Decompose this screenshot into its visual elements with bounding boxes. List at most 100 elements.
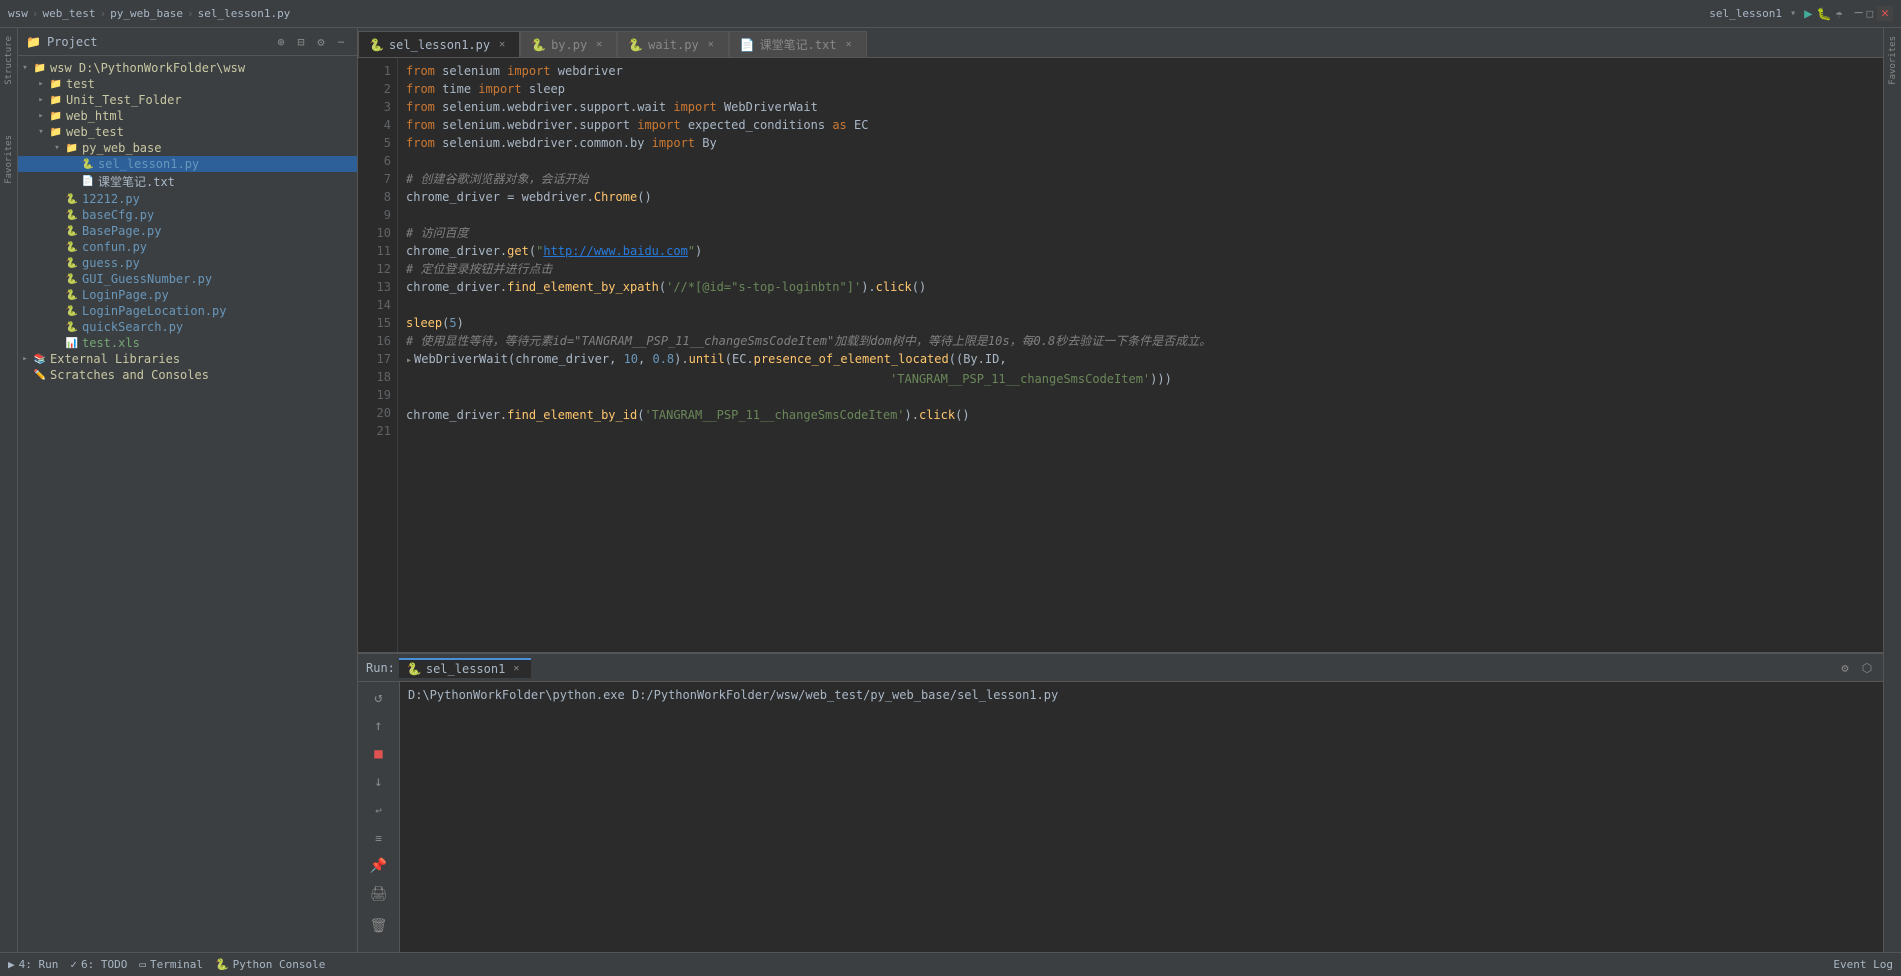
tree-item-notes[interactable]: 📄课堂笔记.txt — [18, 172, 357, 191]
tree-label: 12212.py — [80, 192, 140, 206]
tree-item-sel-lesson1[interactable]: 🐍sel_lesson1.py — [18, 156, 357, 172]
code-line: # 访问百度 — [406, 224, 1875, 242]
soft-wrap-icon[interactable]: ≡ — [367, 826, 391, 850]
tab-close-btn[interactable]: ✕ — [495, 38, 509, 52]
tree-label: web_html — [64, 109, 124, 123]
pin-button[interactable]: 📌 — [367, 854, 391, 878]
run-content: ↺ ↑ ■ ↓ ↩ ≡ 📌 🖨 🗑 D:\PythonWorkFolder\py… — [358, 682, 1883, 952]
rerun-button[interactable]: ↺ — [367, 686, 391, 710]
wrap-button[interactable]: ↩ — [367, 798, 391, 822]
editor-tab-sellesson1-py[interactable]: 🐍 sel_lesson1.py ✕ — [358, 31, 520, 57]
file-icon: ✏️ — [32, 370, 48, 381]
todo-status-item[interactable]: ✓ 6: TODO — [70, 958, 127, 971]
tree-item-unit-test[interactable]: ▸📁Unit_Test_Folder — [18, 92, 357, 108]
expand-run-icon[interactable]: ⬡ — [1859, 660, 1875, 676]
run-button[interactable]: ▶ — [1804, 6, 1812, 22]
tree-label: Unit_Test_Folder — [64, 93, 182, 107]
tab-close-btn[interactable]: ✕ — [842, 38, 856, 52]
bottom-icons: ⚙ ⬡ — [1837, 660, 1875, 676]
run-config-dropdown[interactable]: ▾ — [1790, 8, 1796, 19]
debug-button[interactable]: 🐛 — [1817, 7, 1832, 21]
python-console-item[interactable]: 🐍 Python Console — [215, 958, 325, 971]
tree-label: sel_lesson1.py — [96, 157, 199, 171]
tree-item-wsw-root[interactable]: ▾📁wsw D:\PythonWorkFolder\wsw — [18, 60, 357, 76]
line-number: 11 — [358, 242, 391, 260]
tab-close-btn[interactable]: ✕ — [592, 38, 606, 52]
structure-tab[interactable]: Structure — [2, 32, 16, 89]
settings-run-icon[interactable]: ⚙ — [1837, 660, 1853, 676]
scroll-down-button[interactable]: ↓ — [367, 770, 391, 794]
event-log-item[interactable]: Event Log — [1833, 958, 1893, 971]
line-number: 8 — [358, 188, 391, 206]
code-line: sleep(5) — [406, 314, 1875, 332]
file-icon: 🐍 — [64, 290, 80, 301]
tree-item-basecfg[interactable]: 🐍baseCfg.py — [18, 207, 357, 223]
breadcrumb-web-test[interactable]: web_test — [43, 7, 96, 20]
python-console-label: Python Console — [233, 958, 326, 971]
tree-item-ext-libs[interactable]: ▸📚External Libraries — [18, 351, 357, 367]
tree-item-guess[interactable]: 🐍guess.py — [18, 255, 357, 271]
scroll-up-button[interactable]: ↑ — [367, 714, 391, 738]
clear-button[interactable]: 🗑 — [367, 914, 391, 938]
run-config-label: sel_lesson1 — [1709, 7, 1782, 20]
favorites-strip: Favorites — [1883, 28, 1901, 952]
file-icon: 🐍 — [80, 159, 96, 170]
collapse-all-icon[interactable]: ⊟ — [293, 34, 309, 50]
stop-button[interactable]: ■ — [367, 742, 391, 766]
code-line: from selenium import webdriver — [406, 62, 1875, 80]
coverage-button[interactable]: ☂ — [1835, 7, 1842, 21]
file-icon: 📊 — [64, 338, 80, 349]
tree-item-web-test[interactable]: ▾📁web_test — [18, 124, 357, 140]
run-icon: 🐍 — [407, 662, 422, 676]
file-icon: 🐍 — [64, 258, 80, 269]
close-button[interactable]: ✕ — [1877, 6, 1893, 21]
settings-icon[interactable]: ⚙ — [313, 34, 329, 50]
code-line: chrome_driver = webdriver.Chrome() — [406, 188, 1875, 206]
terminal-status-item[interactable]: ▭ Terminal — [139, 958, 203, 971]
tree-item-scratches[interactable]: ✏️Scratches and Consoles — [18, 367, 357, 383]
editor-tab--txt[interactable]: 📄 课堂笔记.txt ✕ — [729, 31, 867, 57]
tree-item-web-html[interactable]: ▸📁web_html — [18, 108, 357, 124]
tree-item-basepage[interactable]: 🐍BasePage.py — [18, 223, 357, 239]
line-number: 3 — [358, 98, 391, 116]
tree-item-quicksearch[interactable]: 🐍quickSearch.py — [18, 319, 357, 335]
tree-item-testxls[interactable]: 📊test.xls — [18, 335, 357, 351]
tree-item-test[interactable]: ▸📁test — [18, 76, 357, 92]
favorites-label[interactable]: Favorites — [1886, 32, 1900, 89]
breadcrumb-py-web-base[interactable]: py_web_base — [110, 7, 183, 20]
breadcrumb-sel-lesson1[interactable]: sel_lesson1.py — [198, 7, 291, 20]
print-button[interactable]: 🖨 — [367, 882, 391, 906]
hide-panel-icon[interactable]: − — [333, 34, 349, 50]
tab-close-btn[interactable]: ✕ — [704, 38, 718, 52]
add-content-icon[interactable]: ⊕ — [273, 34, 289, 50]
tree-item-py-web-base[interactable]: ▾📁py_web_base — [18, 140, 357, 156]
file-icon: 🐍 — [64, 242, 80, 253]
tree-item-confun[interactable]: 🐍confun.py — [18, 239, 357, 255]
tree-label: web_test — [64, 125, 124, 139]
tree-item-loginpage[interactable]: 🐍LoginPage.py — [18, 287, 357, 303]
code-content[interactable]: from selenium import webdriver from time… — [398, 58, 1883, 652]
project-tree: ▾📁wsw D:\PythonWorkFolder\wsw▸📁test▸📁Uni… — [18, 56, 357, 952]
run-status-item[interactable]: ▶ 4: Run — [8, 958, 58, 971]
editor-tab-by-py[interactable]: 🐍 by.py ✕ — [520, 31, 617, 57]
maximize-button[interactable]: □ — [1867, 7, 1874, 20]
minimize-button[interactable]: ─ — [1855, 6, 1863, 21]
terminal-icon: ▭ — [139, 958, 146, 971]
tree-label: confun.py — [80, 240, 147, 254]
tree-item-file-12212[interactable]: 🐍12212.py — [18, 191, 357, 207]
run-tab[interactable]: 🐍 sel_lesson1 ✕ — [399, 658, 531, 678]
editor-tab-wait-py[interactable]: 🐍 wait.py ✕ — [617, 31, 729, 57]
tree-label: External Libraries — [48, 352, 180, 366]
favorites-tab[interactable]: Favorites — [2, 131, 16, 188]
tree-item-gui-guess[interactable]: 🐍GUI_GuessNumber.py — [18, 271, 357, 287]
left-strip: Structure Favorites — [0, 28, 18, 952]
run-tab-close[interactable]: ✕ — [509, 662, 523, 676]
line-number: 10 — [358, 224, 391, 242]
run-tab-label: sel_lesson1 — [426, 662, 505, 676]
breadcrumb-wsw[interactable]: wsw — [8, 7, 28, 20]
bottom-tabs: Run: 🐍 sel_lesson1 ✕ ⚙ ⬡ — [358, 654, 1883, 682]
project-title: Project — [47, 35, 267, 49]
line-number: 1 — [358, 62, 391, 80]
title-bar: wsw › web_test › py_web_base › sel_lesso… — [0, 0, 1901, 28]
tree-item-loginloc[interactable]: 🐍LoginPageLocation.py — [18, 303, 357, 319]
